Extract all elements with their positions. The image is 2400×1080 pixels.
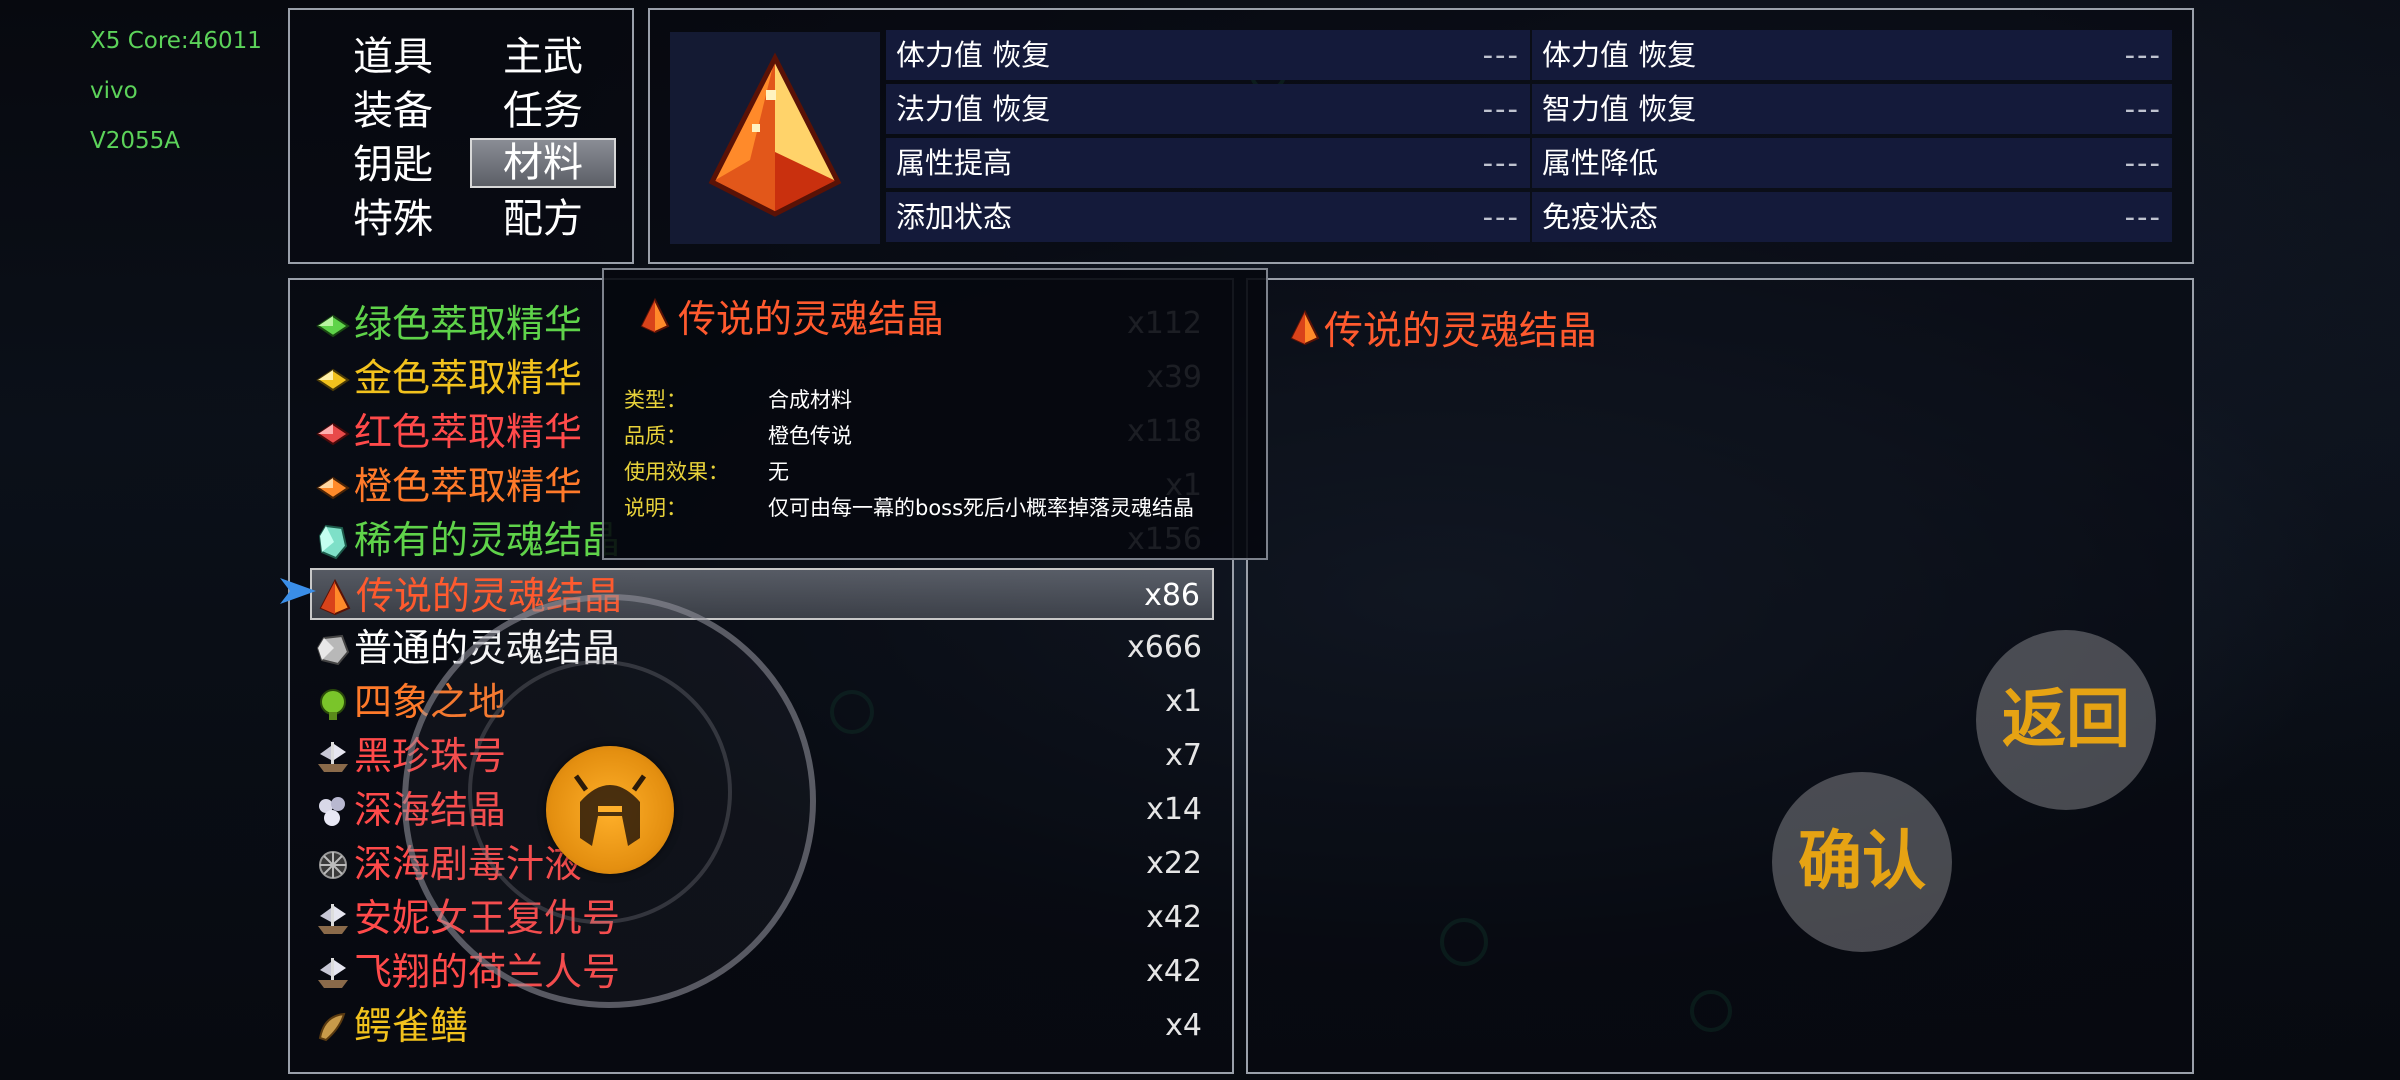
legend-crystal-icon (640, 298, 670, 334)
debug-device-model: V2055A (90, 128, 181, 154)
tab-recipes[interactable]: 配方 (470, 194, 616, 244)
item-name: 橙色萃取精华 (354, 464, 583, 508)
tab-keys[interactable]: 钥匙 (320, 140, 466, 190)
stat-row: 体力值 恢复 --- (886, 30, 1530, 80)
ship-icon (314, 900, 352, 938)
item-stats-panel: 体力值 恢复 --- 体力值 恢复 --- 法力值 恢复 --- 智力值 恢复 --- … (648, 8, 2194, 264)
tooltip-desc-label: 说明： (624, 496, 687, 520)
red-essence-icon (314, 414, 352, 452)
stat-row: 属性降低 --- (1532, 138, 2172, 188)
item-name: 鳄雀鳝 (354, 1004, 469, 1048)
detail-title: 传说的灵魂结晶 (1324, 309, 1598, 354)
item-name: 稀有的灵魂结晶 (354, 518, 621, 562)
list-item[interactable]: 飞翔的荷兰人号 x42 (310, 946, 1214, 998)
debug-device-brand: vivo (90, 78, 138, 104)
stat-row: 智力值 恢复 --- (1532, 84, 2172, 134)
back-button[interactable]: 返回 (1976, 630, 2156, 810)
stat-label: 免疫状态 (1542, 200, 1659, 234)
stat-value: --- (1482, 38, 1520, 72)
common-crystal-icon (314, 630, 352, 668)
item-name: 绿色萃取精华 (354, 302, 583, 346)
fish-icon (314, 1008, 352, 1046)
tab-materials[interactable]: 材料 (470, 138, 616, 188)
tooltip-type-value: 合成材料 (768, 388, 852, 412)
item-name: 金色萃取精华 (354, 356, 583, 400)
rare-crystal-icon (314, 522, 352, 560)
venom-icon (314, 846, 352, 884)
tooltip-quality-label: 品质： (624, 424, 687, 448)
gold-essence-icon (314, 360, 352, 398)
tab-quests[interactable]: 任务 (470, 86, 616, 136)
item-quantity: x666 (1126, 630, 1202, 665)
item-quantity: x86 (1144, 578, 1200, 613)
tab-items[interactable]: 道具 (320, 32, 466, 82)
stat-row: 属性提高 --- (886, 138, 1530, 188)
helmet-icon (573, 774, 647, 846)
tooltip-effect-label: 使用效果： (624, 460, 729, 484)
ship-icon (314, 954, 352, 992)
legend-crystal-icon (1290, 310, 1320, 346)
four-lands-icon (314, 684, 352, 722)
stat-label: 属性降低 (1542, 146, 1659, 180)
green-essence-icon (314, 306, 352, 344)
item-quantity: x22 (1146, 846, 1202, 881)
tooltip-quality-value: 橙色传说 (768, 424, 852, 448)
stat-value: --- (2124, 92, 2162, 126)
joystick-knob[interactable] (546, 746, 674, 874)
stat-label: 法力值 恢复 (896, 92, 1051, 126)
tooltip-title: 传说的灵魂结晶 (678, 297, 945, 341)
item-quantity: x4 (1165, 1008, 1202, 1043)
stat-value: --- (1482, 92, 1520, 126)
stat-value: --- (2124, 200, 2162, 234)
item-quantity: x42 (1146, 954, 1202, 989)
legend-crystal-icon (670, 32, 880, 244)
stat-label: 属性提高 (896, 146, 1013, 180)
stat-row: 免疫状态 --- (1532, 192, 2172, 242)
tab-equipment[interactable]: 装备 (320, 86, 466, 136)
item-quantity: x14 (1146, 792, 1202, 827)
confirm-button[interactable]: 确认 (1772, 772, 1952, 952)
ship-icon (314, 738, 352, 776)
tab-special[interactable]: 特殊 (320, 194, 466, 244)
deep-sea-crystal-icon (314, 792, 352, 830)
stat-value: --- (2124, 146, 2162, 180)
item-quantity: x1 (1165, 684, 1202, 719)
stat-row: 添加状态 --- (886, 192, 1530, 242)
list-item[interactable]: 鳄雀鳝 x4 (310, 1000, 1214, 1052)
item-name: 红色萃取精华 (354, 410, 583, 454)
stat-value: --- (2124, 38, 2162, 72)
tab-main-weapon[interactable]: 主武 (470, 32, 616, 82)
legend-crystal-icon (316, 578, 354, 616)
stat-row: 法力值 恢复 --- (886, 84, 1530, 134)
stat-label: 添加状态 (896, 200, 1013, 234)
stat-label: 体力值 恢复 (896, 38, 1051, 72)
stat-value: --- (1482, 200, 1520, 234)
stat-label: 智力值 恢复 (1542, 92, 1697, 126)
item-quantity: x7 (1165, 738, 1202, 773)
item-tooltip: 传说的灵魂结晶 类型： 合成材料 品质： 橙色传说 使用效果： 无 说明： 仅可… (602, 268, 1268, 560)
list-item[interactable]: 传说的灵魂结晶 x86 (310, 568, 1214, 620)
stat-row: 体力值 恢复 --- (1532, 30, 2172, 80)
tooltip-effect-value: 无 (768, 460, 789, 484)
debug-core-version: X5 Core:46011 (90, 28, 262, 54)
tooltip-desc-value: 仅可由每一幕的boss死后小概率掉落灵魂结晶 (768, 496, 1195, 520)
category-menu: 道具 主武 装备 任务 钥匙 材料 特殊 配方 (288, 8, 634, 264)
stat-value: --- (1482, 146, 1520, 180)
selection-arrow-icon (280, 578, 316, 604)
item-quantity: x42 (1146, 900, 1202, 935)
stat-label: 体力值 恢复 (1542, 38, 1697, 72)
orange-essence-icon (314, 468, 352, 506)
tooltip-type-label: 类型： (624, 388, 687, 412)
